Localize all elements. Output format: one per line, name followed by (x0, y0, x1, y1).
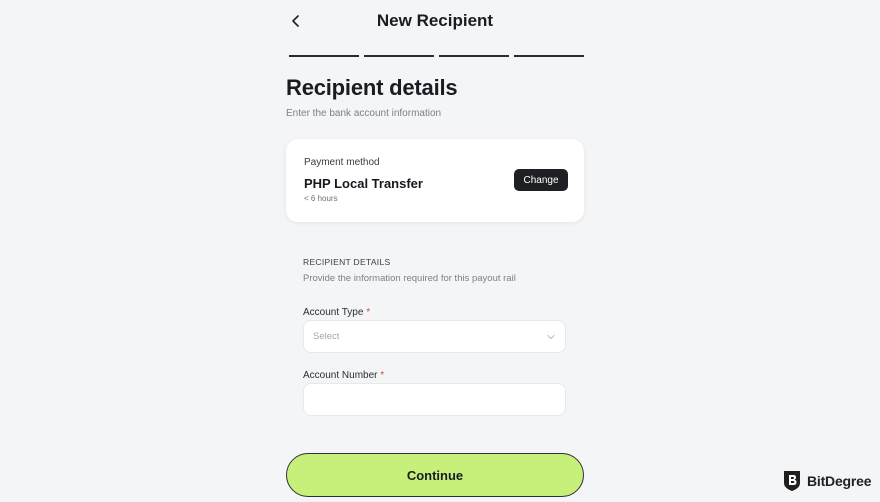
account-type-placeholder: Select (313, 331, 340, 342)
required-mark: * (366, 307, 371, 318)
progress-step (289, 55, 359, 57)
chevron-left-icon (291, 15, 299, 27)
progress-step (514, 55, 584, 57)
account-type-select[interactable]: Select (303, 320, 566, 353)
account-number-label: Account Number * (303, 370, 384, 381)
chevron-down-icon (547, 335, 555, 339)
progress-step (364, 55, 434, 57)
account-number-input[interactable] (303, 383, 566, 416)
section-title: Recipient details (286, 75, 458, 100)
progress-steps (289, 55, 584, 57)
account-type-label: Account Type * (303, 307, 370, 318)
progress-step (439, 55, 509, 57)
watermark-text: BitDegree (807, 473, 872, 489)
required-mark: * (380, 370, 385, 381)
bitdegree-shield-icon (784, 471, 800, 491)
account-number-label-text: Account Number (303, 370, 378, 381)
payment-method-value: PHP Local Transfer (304, 176, 423, 191)
bitdegree-watermark: BitDegree (782, 470, 872, 492)
section-subtitle: Enter the bank account information (286, 108, 442, 119)
continue-button[interactable]: Continue (286, 453, 584, 497)
payment-method-eta: < 6 hours (304, 194, 338, 203)
account-type-label-text: Account Type (303, 307, 364, 318)
back-button[interactable] (286, 12, 304, 30)
recipient-details-heading: RECIPIENT DETAILS (303, 257, 391, 267)
payment-method-card: Payment method PHP Local Transfer < 6 ho… (286, 139, 584, 222)
page-title: New Recipient (376, 11, 494, 30)
payment-method-label: Payment method (304, 157, 380, 168)
recipient-details-subtitle: Provide the information required for thi… (303, 273, 516, 284)
change-payment-method-button[interactable]: Change (514, 169, 568, 191)
